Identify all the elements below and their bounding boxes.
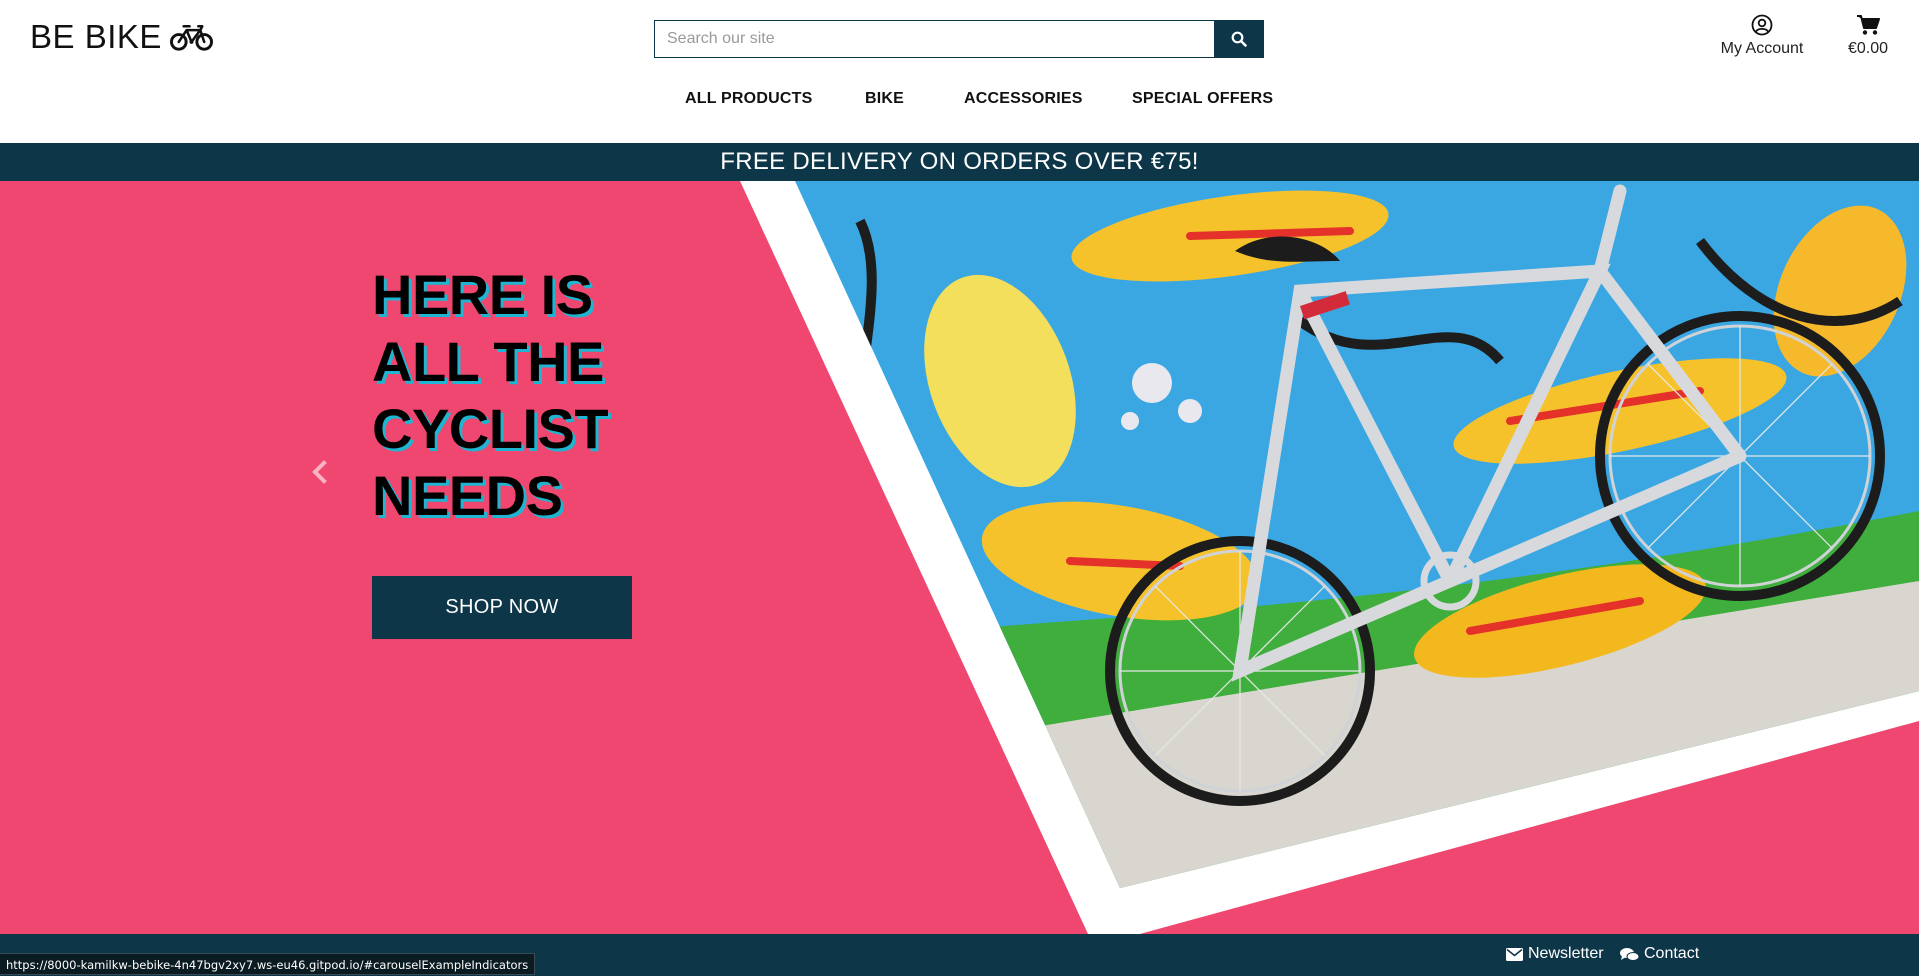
nav-bike[interactable]: BIKE bbox=[865, 90, 904, 108]
hero-title-line: CYCLIST bbox=[372, 397, 609, 460]
delivery-banner: FREE DELIVERY ON ORDERS OVER €75! bbox=[0, 143, 1919, 181]
nav-accessories[interactable]: ACCESSORIES bbox=[964, 90, 1083, 108]
user-circle-icon bbox=[1751, 14, 1773, 36]
hero-title-line: HERE IS bbox=[372, 263, 593, 326]
newsletter-label: Newsletter bbox=[1528, 945, 1604, 962]
my-account-link[interactable]: My Account bbox=[1714, 14, 1810, 58]
shop-now-button[interactable]: SHOP NOW bbox=[372, 576, 632, 639]
contact-label: Contact bbox=[1644, 945, 1700, 962]
shopping-cart-icon bbox=[1857, 15, 1880, 35]
search-icon bbox=[1231, 31, 1247, 47]
search-button[interactable] bbox=[1214, 20, 1264, 58]
search-form bbox=[654, 20, 1264, 58]
hero-title: HERE IS ALL THE CYCLIST NEEDS bbox=[372, 261, 609, 529]
nav-special-offers[interactable]: SPECIAL OFFERS bbox=[1132, 90, 1273, 108]
cart-total: €0.00 bbox=[1847, 40, 1889, 57]
contact-link[interactable]: Contact bbox=[1620, 945, 1699, 963]
cart-link[interactable]: €0.00 bbox=[1838, 14, 1898, 58]
nav-all-products[interactable]: ALL PRODUCTS bbox=[685, 90, 812, 108]
carousel-prev-button[interactable] bbox=[308, 457, 332, 487]
site-logo[interactable]: BE BIKE bbox=[30, 18, 213, 56]
logo-text: BE BIKE bbox=[30, 18, 162, 55]
site-header: BE BIKE My Account €0.00 bbox=[0, 0, 1919, 143]
hero-bike-image bbox=[740, 181, 1919, 934]
envelope-icon bbox=[1506, 947, 1523, 961]
chevron-left-icon bbox=[312, 460, 327, 484]
search-input[interactable] bbox=[654, 20, 1214, 58]
hero-carousel: HERE IS ALL THE CYCLIST NEEDS SHOP NOW bbox=[0, 181, 1919, 934]
newsletter-link[interactable]: Newsletter bbox=[1506, 945, 1604, 963]
my-account-label: My Account bbox=[1720, 40, 1804, 57]
hero-title-line: NEEDS bbox=[372, 464, 563, 527]
status-bar-url: https://8000-kamilkw-bebike-4n47bgv2xy7.… bbox=[0, 953, 536, 975]
chat-icon bbox=[1620, 947, 1639, 961]
main-nav: ALL PRODUCTS BIKE ACCESSORIES SPECIAL OF… bbox=[0, 88, 1919, 112]
bicycle-icon bbox=[169, 24, 213, 51]
hero-title-line: ALL THE bbox=[372, 330, 604, 393]
